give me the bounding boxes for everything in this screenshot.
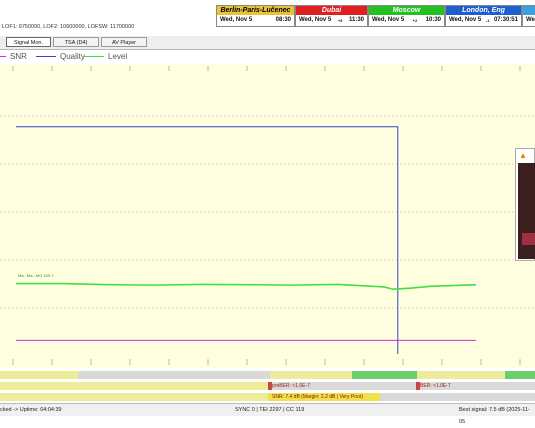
clock-day: Wed, Nov 5 — [372, 17, 405, 23]
legend-swatch — [36, 56, 56, 58]
clock-city: Dubai — [296, 6, 367, 15]
clock-city — [523, 6, 535, 15]
clock-london: London, Eng Wed, Nov 5 -1 07:30:51 — [445, 5, 522, 27]
chart-grid — [0, 66, 535, 365]
clock-day: We — [526, 17, 535, 23]
tab-signal-mon[interactable]: Signal Mon. — [6, 37, 51, 47]
status-uptime: cked -> Uptime: 04:04:39 — [0, 407, 62, 413]
legend-snr: SNR — [0, 52, 27, 61]
clock-day: Wed, Nov 5 — [220, 17, 253, 23]
tab-bar: Signal Mon. TSA (D4) AV Player — [0, 36, 535, 50]
clock-berlin: Berlin-Paris-Lučenec Wed, Nov 5 08:30 — [216, 5, 295, 27]
preber-label: preBER: <1.0E-7 — [272, 383, 310, 389]
bar-segment — [0, 393, 268, 401]
legend-swatch — [0, 56, 6, 58]
series-level-line — [16, 282, 477, 291]
clock-day: Wed, Nov 5 — [299, 17, 332, 23]
popup-thumbnail-detail — [522, 233, 535, 245]
bar-segment — [417, 371, 505, 379]
clock-time: 10:30 — [425, 17, 441, 23]
signal-bars: preBER: <1.0E-7 BER: <1.0E-7 SNR: 7.4 dB… — [0, 369, 535, 403]
legend-quality: Quality — [36, 52, 85, 61]
clock-day: Wed, Nov 5 — [449, 17, 482, 23]
signal-chart: Ma...Ma...MG 199.7 — [0, 66, 535, 365]
series-quality-line — [16, 126, 399, 354]
legend-level: Level — [84, 52, 127, 61]
ber-bar: preBER: <1.0E-7 BER: <1.0E-7 — [0, 382, 535, 390]
clock-offset: +3 — [337, 18, 343, 23]
clock-time: 11:30 — [348, 17, 364, 23]
clock-time-row: Wed, Nov 5 08:30 — [217, 15, 294, 26]
lof-info: LOF1: 9750000, LOF2: 10600000, LOFSW: 11… — [2, 24, 135, 30]
ber-label: BER: <1.0E-7 — [420, 383, 451, 389]
snr-label: SNR: 7.4 dB (Margin: 2.2 dB | Very Poor) — [272, 394, 364, 400]
bar-segment — [352, 371, 417, 379]
signal-plot-area: Ma...Ma...MG 199.7 — [0, 64, 535, 368]
tab-tsa[interactable]: TSA (D4) — [53, 37, 99, 47]
clock-time-row: We — [523, 15, 535, 26]
bar-segment — [0, 371, 78, 379]
clock-offset: -1 — [485, 18, 490, 23]
chart-series — [16, 126, 477, 354]
clock-time-row: Wed, Nov 5 -1 07:30:51 — [446, 15, 521, 26]
clock-partial: We — [522, 5, 535, 27]
bar-segment — [0, 382, 268, 390]
legend-label: Quality — [60, 52, 85, 61]
popup-thumbnail — [518, 163, 535, 259]
legend-swatch — [84, 56, 104, 58]
snr-bar: SNR: 7.4 dB (Margin: 2.2 dB | Very Poor) — [0, 393, 535, 401]
clock-moscow: Moscow Wed, Nov 5 +2 10:30 — [368, 5, 445, 27]
clock-city: Moscow — [369, 6, 444, 15]
status-sync: SYNC 0 | TEI 2297 | CC 119 — [235, 407, 305, 413]
status-bar: cked -> Uptime: 04:04:39 SYNC 0 | TEI 22… — [0, 403, 535, 425]
status-best-signal: Best signal: 7.5 dB (2025-11-05 — [459, 407, 530, 425]
notification-popup[interactable]: ▲ — [515, 148, 535, 261]
bar-segment — [505, 371, 535, 379]
clock-offset: +2 — [412, 18, 418, 23]
clock-city: London, Eng — [446, 6, 521, 15]
top-info-bar: LOF1: 9750000, LOF2: 10600000, LOFSW: 11… — [0, 0, 535, 35]
legend-label: SNR — [10, 52, 27, 61]
tab-av-player[interactable]: AV Player — [101, 37, 147, 47]
clock-time: 08:30 — [275, 17, 291, 23]
level-note: Ma...Ma...MG 199.7 — [18, 273, 54, 278]
level-bar — [0, 371, 535, 379]
clock-time-row: Wed, Nov 5 +3 11:30 — [296, 15, 367, 26]
bar-segment — [270, 371, 352, 379]
clock-time-row: Wed, Nov 5 +2 10:30 — [369, 15, 444, 26]
clock-time: 07:30:51 — [493, 17, 518, 23]
chart-legend: SNR Quality Level — [0, 50, 535, 63]
clock-dubai: Dubai Wed, Nov 5 +3 11:30 — [295, 5, 368, 27]
legend-label: Level — [108, 52, 128, 61]
warning-icon: ▲ — [519, 151, 527, 160]
clock-city: Berlin-Paris-Lučenec — [217, 6, 294, 15]
